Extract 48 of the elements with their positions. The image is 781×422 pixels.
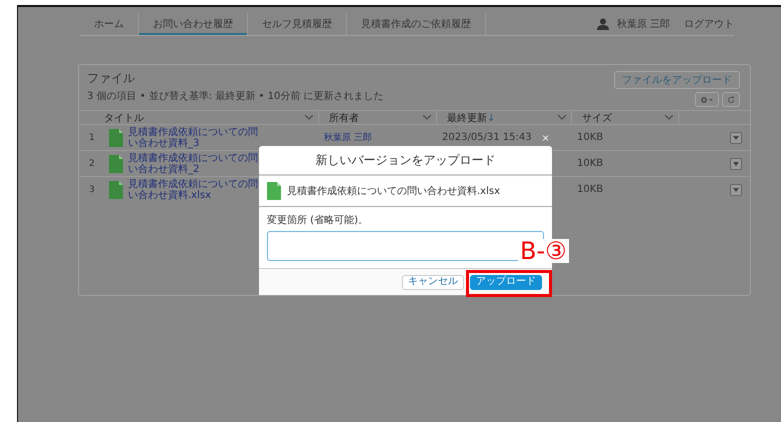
row-menu-button[interactable] (730, 132, 742, 144)
file-name: 見積書作成依頼についての問い合わせ資料.xlsx (287, 184, 500, 198)
dialog-title: 新しいバージョンをアップロード (259, 146, 552, 176)
column-header[interactable]: タイトル (94, 111, 319, 124)
annotation-label: B-③ (518, 239, 569, 263)
spreadsheet-file-icon (109, 180, 123, 198)
row-number: 2 (88, 158, 94, 170)
file-title-link[interactable]: 見積書作成依頼についての問い合わせ資料_3 (128, 126, 264, 148)
chevron-down-icon (558, 115, 566, 120)
caret-down-icon (733, 136, 739, 140)
row-number: 1 (88, 132, 94, 144)
row-menu-button[interactable] (730, 184, 742, 196)
nav-tab[interactable]: ホーム (80, 13, 139, 35)
field-label: 変更箇所 (省略可能)。 (267, 214, 369, 227)
file-size: 10KB (577, 132, 604, 143)
refresh-icon (727, 96, 735, 104)
upload-button[interactable]: アップロード (470, 274, 542, 290)
file-size: 10KB (577, 158, 604, 169)
modified-date: 2023/05/31 15:43 (442, 132, 532, 143)
cancel-button[interactable]: キャンセル (402, 274, 464, 290)
refresh-button[interactable] (722, 92, 740, 107)
row-menu-button[interactable] (730, 158, 742, 170)
upload-files-button[interactable]: ファイルをアップロード (614, 71, 740, 89)
nav-tab[interactable]: セルフ見積履歴 (248, 13, 347, 35)
column-header[interactable]: サイズ (572, 111, 679, 124)
settings-button[interactable] (695, 92, 719, 107)
chevron-down-icon (665, 115, 673, 120)
spreadsheet-file-icon (109, 154, 123, 172)
status-text: 3 個の項目 • 並び替え基準: 最終更新 • 10分前 に更新されました (87, 91, 384, 103)
user-name: 秋葉原 三郎 (616, 18, 670, 31)
caret-down-icon (733, 162, 739, 166)
gear-icon (700, 96, 714, 104)
row-number: 3 (88, 184, 94, 196)
spreadsheet-file-icon (109, 128, 123, 146)
nav-tab[interactable]: 見積書作成のご依頼履歴 (347, 13, 486, 35)
chevron-down-icon (423, 115, 431, 120)
card-title: ファイル (87, 71, 136, 85)
nav-tab[interactable]: お問い合わせ履歴 (139, 13, 248, 35)
owner-link[interactable]: 秋葉原 三郎 (324, 131, 372, 144)
logout-link[interactable]: ログアウト (684, 17, 734, 31)
close-button[interactable]: × (542, 132, 550, 144)
caret-down-icon (733, 188, 739, 192)
user-icon (596, 18, 609, 30)
file-size: 10KB (577, 184, 604, 195)
spreadsheet-file-icon (267, 182, 281, 200)
column-header[interactable]: 最終更新↓ (437, 111, 572, 124)
column-header[interactable]: 所有者 (319, 111, 437, 124)
chevron-down-icon (305, 115, 313, 120)
